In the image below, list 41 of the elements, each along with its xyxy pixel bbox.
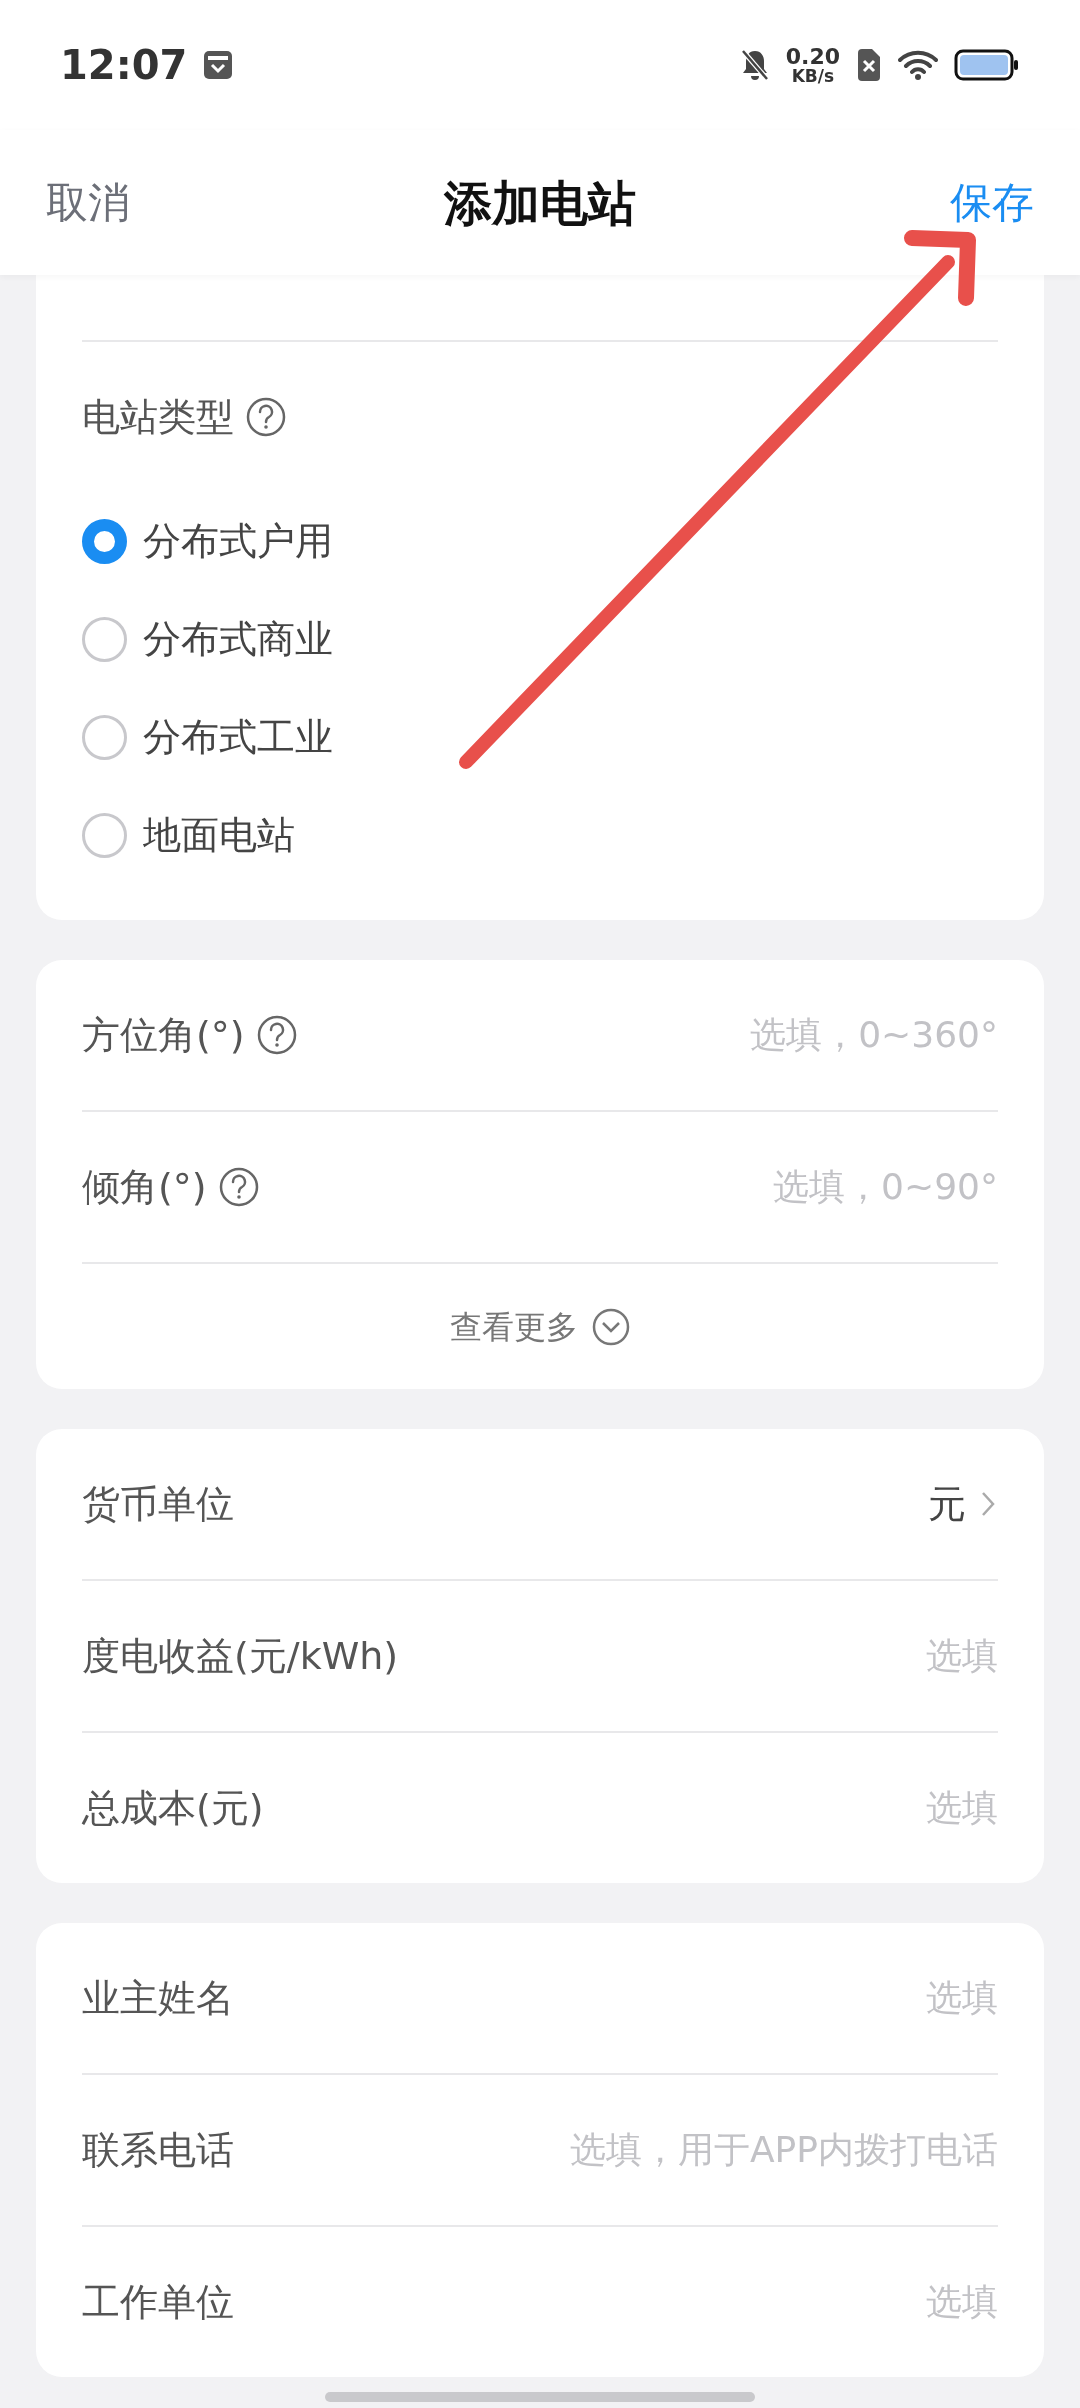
help-icon[interactable] (218, 1167, 259, 1207)
input-field[interactable]: 选填，0~360° (308, 1008, 998, 1062)
expand-icon[interactable] (592, 1307, 630, 1346)
input-field[interactable]: 选填，用于APP内拨打电话 (246, 2123, 998, 2177)
show-more-link[interactable]: 查看更多 (450, 1302, 578, 1351)
wifi-icon (898, 49, 938, 81)
field-label: 度电收益(元/kWh) (82, 1632, 399, 1680)
option-label: 分布式户用 (143, 517, 333, 565)
radio-button[interactable] (82, 518, 127, 564)
sim-off-icon (856, 48, 882, 82)
input-field[interactable]: 选填 (246, 1971, 998, 2025)
input-field[interactable]: 选填 (410, 1629, 998, 1683)
input-field[interactable]: 选填，0~90° (270, 1160, 998, 1214)
network-speed: 0.20 (785, 45, 840, 68)
inbox-icon (203, 49, 234, 81)
help-icon[interactable] (256, 1015, 297, 1055)
field-label: 联系电话 (82, 2126, 234, 2174)
speed-unit: KB/s (791, 67, 835, 85)
save-button[interactable]: 保存 (950, 171, 1034, 234)
option-label: 分布式商业 (143, 615, 333, 663)
currency-value[interactable]: 元 (928, 1475, 966, 1533)
help-icon[interactable] (246, 397, 286, 437)
clock-time: 12:07 (60, 41, 188, 90)
option-label: 分布式工业 (143, 713, 333, 761)
battery-icon (954, 49, 1020, 81)
option-label: 地面电站 (143, 811, 295, 859)
field-label: 总成本(元) (82, 1784, 264, 1832)
radio-button[interactable] (82, 812, 127, 858)
field-label: 方位角(°) (82, 1011, 245, 1059)
page-title: 添加电站 (444, 173, 636, 233)
field-label: 货币单位 (82, 1480, 234, 1528)
section-label: 电站类型 (82, 393, 234, 441)
radio-button[interactable] (82, 616, 127, 662)
field-label: 倾角(°) (82, 1163, 207, 1211)
bell-muted-icon (739, 48, 770, 82)
field-label: 工作单位 (82, 2278, 234, 2326)
input-field[interactable]: 选填 (246, 2275, 998, 2329)
field-label: 业主姓名 (82, 1974, 234, 2022)
radio-button[interactable] (82, 714, 127, 760)
cancel-button[interactable]: 取消 (46, 171, 130, 234)
input-field[interactable]: 选填 (275, 1781, 998, 1835)
